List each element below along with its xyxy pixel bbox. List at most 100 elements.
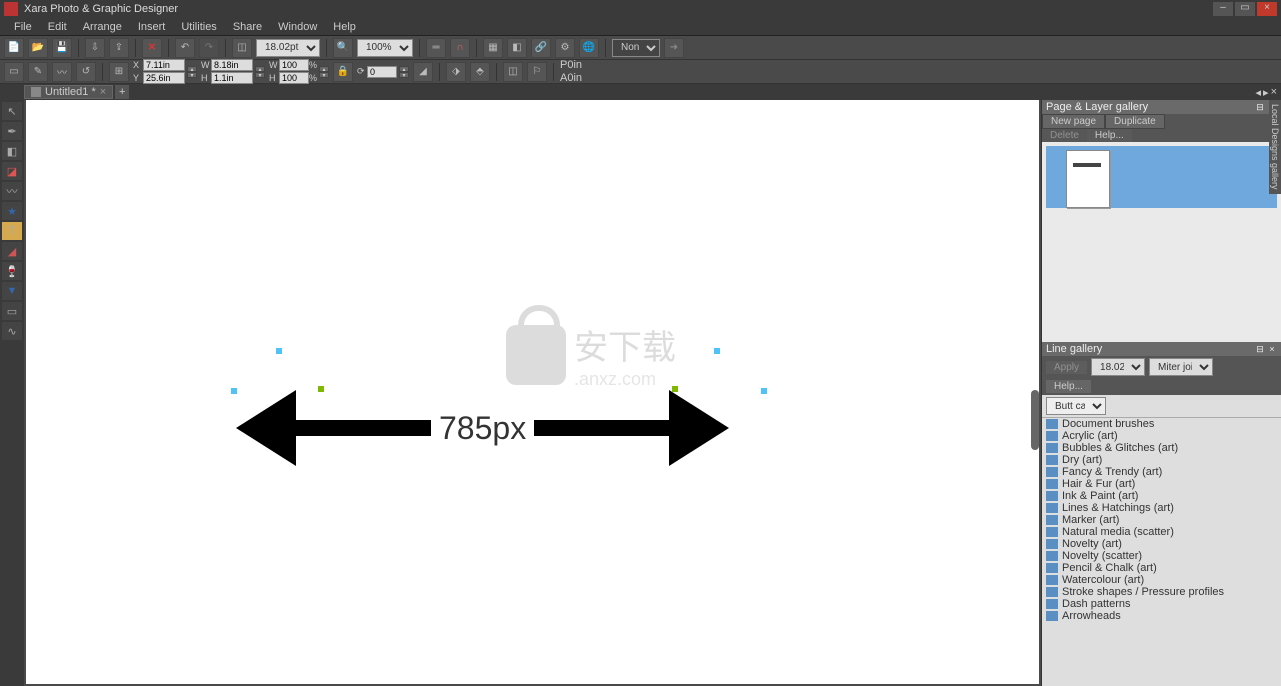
pct-down[interactable]: ▾ xyxy=(319,72,329,78)
menu-utilities[interactable]: Utilities xyxy=(175,21,222,33)
zoom-tool-button[interactable]: 🔍 xyxy=(333,38,353,58)
line-panel-header[interactable]: Line gallery ⊟ × xyxy=(1042,342,1281,356)
document-tab[interactable]: Untitled1 * × xyxy=(24,85,113,99)
menu-arrange[interactable]: Arrange xyxy=(77,21,128,33)
clone-button[interactable]: ◫ xyxy=(232,38,252,58)
menu-file[interactable]: File xyxy=(8,21,38,33)
line-size-select[interactable]: 18.02pt xyxy=(1091,358,1145,376)
line-help-button[interactable]: Help... xyxy=(1046,380,1091,393)
arrow-shape[interactable]: 785px xyxy=(236,390,729,466)
align-button[interactable]: ▦ xyxy=(483,38,503,58)
smooth-button[interactable]: ↺ xyxy=(76,62,96,82)
menu-insert[interactable]: Insert xyxy=(132,21,172,33)
tab-close-all[interactable]: × xyxy=(1271,86,1277,99)
list-item[interactable]: Acrylic (art) xyxy=(1042,430,1281,442)
pen-tool[interactable]: ✒ xyxy=(2,122,22,140)
zoom-select[interactable]: 100% xyxy=(357,39,413,57)
close-tab-icon[interactable]: × xyxy=(100,86,106,98)
list-item[interactable]: Ink & Paint (art) xyxy=(1042,490,1281,502)
selection-handle[interactable] xyxy=(761,388,767,394)
w-input[interactable] xyxy=(211,59,253,71)
hp-input[interactable] xyxy=(279,72,309,84)
fill-tool[interactable]: ◢ xyxy=(2,242,22,260)
vertical-scrollbar[interactable] xyxy=(1031,390,1039,450)
line-join-select[interactable]: Miter join xyxy=(1149,358,1213,376)
delete-button[interactable]: ✕ xyxy=(142,38,162,58)
list-item[interactable]: Bubbles & Glitches (art) xyxy=(1042,442,1281,454)
save-button[interactable]: 💾 xyxy=(52,38,72,58)
edit-handle[interactable] xyxy=(672,386,678,392)
selection-handle[interactable] xyxy=(714,348,720,354)
list-item[interactable]: Hair & Fur (art) xyxy=(1042,478,1281,490)
line-cap-select[interactable]: Butt cap xyxy=(1046,397,1106,415)
selection-handle[interactable] xyxy=(276,348,282,354)
photo-tool[interactable]: ◧ xyxy=(2,142,22,160)
canvas-area[interactable]: 安下载 .anxz.com 785px xyxy=(24,100,1041,686)
new-page-button[interactable]: New page xyxy=(1042,114,1105,129)
line-gallery-list[interactable]: Document brushes Acrylic (art) Bubbles &… xyxy=(1042,418,1281,686)
x-input[interactable] xyxy=(143,59,185,71)
list-item[interactable]: Arrowheads xyxy=(1042,610,1281,622)
menu-share[interactable]: Share xyxy=(227,21,268,33)
minimize-button[interactable]: – xyxy=(1213,2,1233,16)
flip-h-button[interactable]: ⬗ xyxy=(446,62,466,82)
tab-nav-left[interactable]: ◂ xyxy=(1256,86,1262,99)
delete-page-button[interactable]: Delete xyxy=(1042,129,1087,142)
y-input[interactable] xyxy=(143,72,185,84)
close-button[interactable]: × xyxy=(1257,2,1277,16)
duplicate-button[interactable]: Duplicate xyxy=(1105,114,1165,129)
pin-icon[interactable]: ⊟ xyxy=(1255,102,1265,112)
list-item[interactable]: Stroke shapes / Pressure profiles xyxy=(1042,586,1281,598)
text-tool[interactable]: T xyxy=(2,222,22,240)
preview-button[interactable]: 🌐 xyxy=(579,38,599,58)
rectangle-tool[interactable]: ▭ xyxy=(2,302,22,320)
scale-line-button[interactable]: ◫ xyxy=(503,62,523,82)
page-panel-header[interactable]: Page & Layer gallery ⊟ × xyxy=(1042,100,1281,114)
open-file-button[interactable]: 📂 xyxy=(28,38,48,58)
list-item[interactable]: Natural media (scatter) xyxy=(1042,526,1281,538)
export-button[interactable]: ⇪ xyxy=(109,38,129,58)
freehand-button[interactable]: ✎ xyxy=(28,62,48,82)
bezier-tool[interactable]: ∿ xyxy=(2,322,22,340)
list-item[interactable]: Marker (art) xyxy=(1042,514,1281,526)
apply-button[interactable]: Apply xyxy=(1046,361,1087,374)
pin-icon[interactable]: ⊟ xyxy=(1255,344,1265,354)
list-item[interactable]: Fancy & Trendy (art) xyxy=(1042,466,1281,478)
tab-nav-right[interactable]: ▸ xyxy=(1263,86,1269,99)
selection-handle[interactable] xyxy=(231,388,237,394)
rotate-input[interactable] xyxy=(367,66,397,78)
drop-tool[interactable]: 🍷 xyxy=(2,262,22,280)
wp-input[interactable] xyxy=(279,59,309,71)
edit-handle[interactable] xyxy=(318,386,324,392)
curve-button[interactable]: 〰 xyxy=(52,62,72,82)
flip-v-button[interactable]: ⬘ xyxy=(470,62,490,82)
web-button[interactable]: ⚙ xyxy=(555,38,575,58)
canvas[interactable]: 安下载 .anxz.com 785px xyxy=(26,100,1039,684)
list-item[interactable]: Novelty (art) xyxy=(1042,538,1281,550)
list-item[interactable]: Lines & Hatchings (art) xyxy=(1042,502,1281,514)
new-tab-button[interactable]: + xyxy=(115,85,129,99)
sel-mode-button[interactable]: ▭ xyxy=(4,62,24,82)
list-item[interactable]: Pencil & Chalk (art) xyxy=(1042,562,1281,574)
list-item[interactable]: Novelty (scatter) xyxy=(1042,550,1281,562)
list-item[interactable]: Watercolour (art) xyxy=(1042,574,1281,586)
rot-down[interactable]: ▾ xyxy=(399,72,409,78)
list-item[interactable]: Document brushes xyxy=(1042,418,1281,430)
quality-button[interactable]: ═ xyxy=(426,38,446,58)
size-select[interactable]: 18.02pt xyxy=(256,39,320,57)
line-tool[interactable]: 〰 xyxy=(2,182,22,200)
wh-down[interactable]: ▾ xyxy=(255,72,265,78)
menu-window[interactable]: Window xyxy=(272,21,323,33)
transparency-tool[interactable]: ▼ xyxy=(2,282,22,300)
eraser-tool[interactable]: ◪ xyxy=(2,162,22,180)
options-button[interactable]: ⚐ xyxy=(527,62,547,82)
h-input[interactable] xyxy=(211,72,253,84)
import-button[interactable]: ⇩ xyxy=(85,38,105,58)
page-help-button[interactable]: Help... xyxy=(1087,129,1132,142)
list-item[interactable]: Dash patterns xyxy=(1042,598,1281,610)
maximize-button[interactable]: ▭ xyxy=(1235,2,1255,16)
lock-aspect-button[interactable]: 🔒 xyxy=(333,62,353,82)
redo-button[interactable]: ↷ xyxy=(199,38,219,58)
snap-button[interactable]: ∩ xyxy=(450,38,470,58)
fill-select[interactable]: None xyxy=(612,39,660,57)
